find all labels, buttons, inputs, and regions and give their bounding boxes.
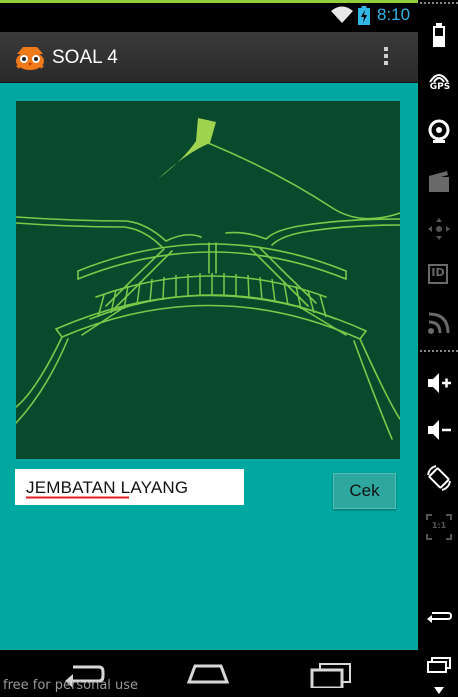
side-panel-divider: [420, 350, 458, 352]
app-title: SOAL 4: [52, 47, 118, 68]
overflow-menu-icon[interactable]: [380, 44, 392, 70]
media-control-icon[interactable]: [426, 168, 452, 194]
recent-apps-icon[interactable]: [310, 660, 352, 688]
side-panel-divider: [420, 2, 458, 4]
puzzle-image: [16, 101, 400, 459]
emulator-back-icon[interactable]: [426, 603, 452, 629]
owl-mascot-icon[interactable]: [13, 44, 47, 72]
rss-feed-icon[interactable]: [426, 310, 452, 336]
spellcheck-underline: [26, 496, 129, 499]
camera-control-icon[interactable]: [426, 118, 452, 144]
check-button[interactable]: Cek: [333, 473, 396, 509]
rotate-screen-icon[interactable]: [426, 465, 452, 491]
scale-label: 1:1: [431, 521, 447, 530]
device-id-control[interactable]: ID: [426, 263, 452, 289]
battery-icon: [358, 6, 370, 25]
volume-up-icon[interactable]: [426, 370, 452, 396]
volume-down-icon[interactable]: [426, 417, 452, 443]
gps-label: GPS: [429, 82, 451, 92]
emulator-recent-icon[interactable]: [426, 652, 452, 678]
status-bar: [0, 3, 418, 32]
dpad-control-icon[interactable]: [426, 216, 452, 242]
gps-control[interactable]: GPS: [426, 70, 452, 96]
wifi-icon: [331, 6, 353, 23]
emulator-side-panel: [418, 0, 458, 697]
battery-control-icon[interactable]: [426, 22, 452, 48]
status-time: 8:10: [377, 5, 411, 24]
watermark: free for personal use: [3, 678, 139, 693]
answer-input-value: JEMBATAN LAYANG: [26, 478, 189, 497]
emulator-down-arrow-icon[interactable]: [426, 684, 452, 697]
device-id-label: ID: [431, 266, 445, 279]
scale-control[interactable]: 1:1: [426, 514, 452, 540]
home-icon[interactable]: [187, 660, 229, 688]
